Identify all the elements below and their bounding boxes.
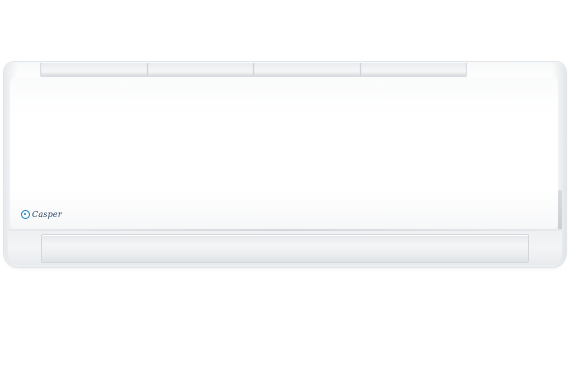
side-seam <box>558 190 562 230</box>
grille-segment <box>254 63 361 76</box>
air-louver-flap <box>41 234 529 263</box>
grille-segment <box>41 63 148 76</box>
top-air-intake-grille <box>40 63 467 77</box>
casper-logo-mark-icon <box>21 210 30 219</box>
grille-segment <box>148 63 254 76</box>
brand-logo: Casper <box>21 210 62 219</box>
product-photo-scene: Casper <box>0 0 570 379</box>
grille-segment <box>361 63 467 76</box>
brand-logo-text: Casper <box>32 210 62 219</box>
front-panel <box>10 77 558 229</box>
